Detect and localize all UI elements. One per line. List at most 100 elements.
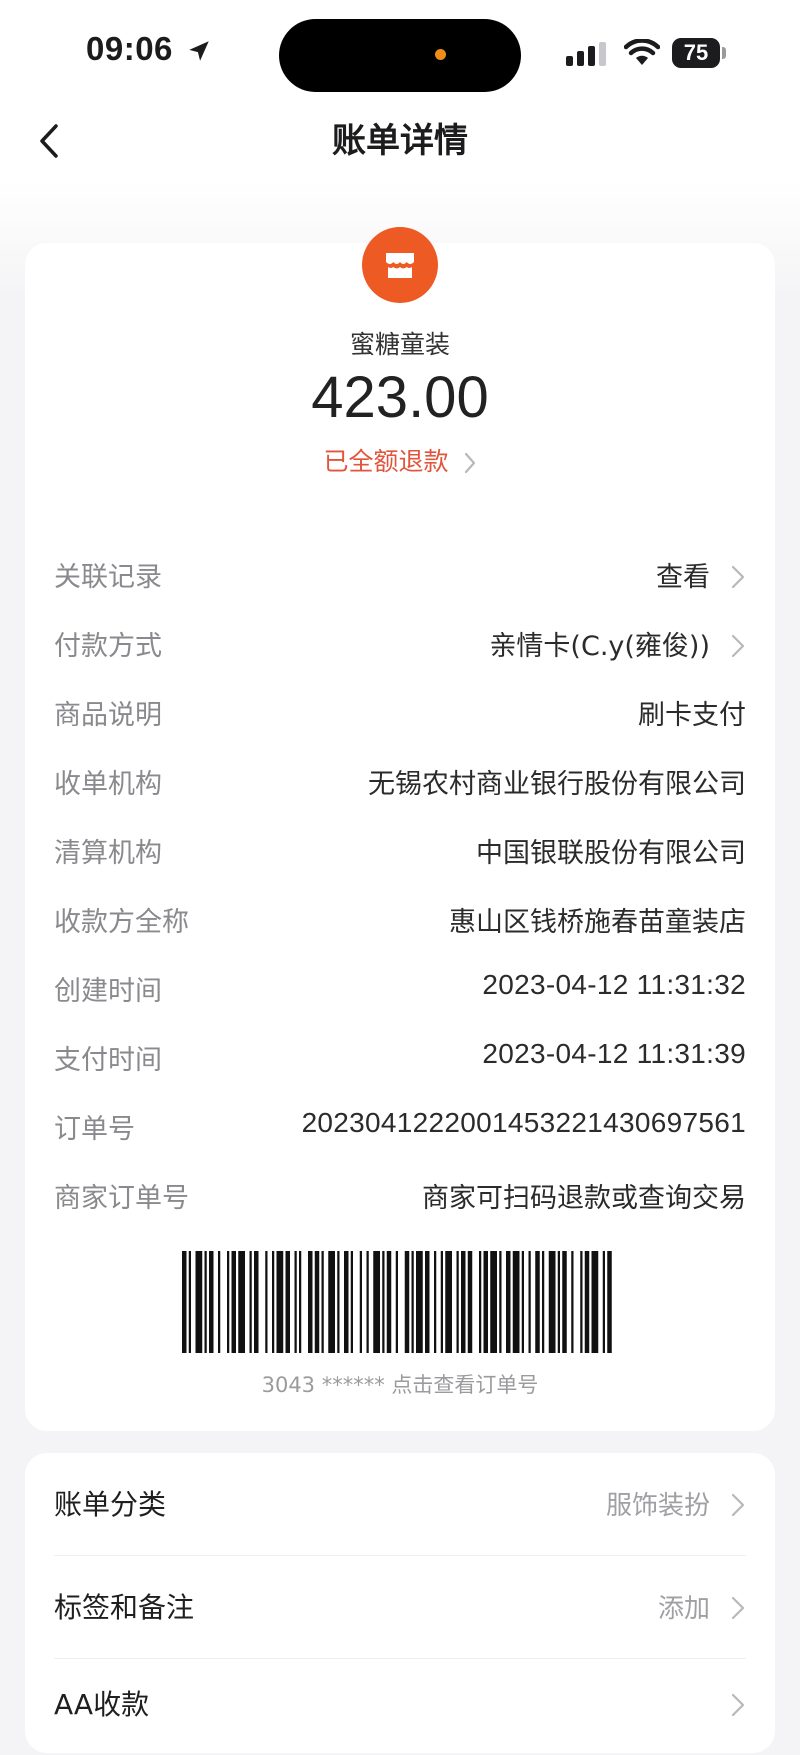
detail-row-payment-time: 支付时间 2023-04-12 11:31:39 — [54, 1026, 746, 1095]
detail-row-payment-method[interactable]: 付款方式 亲情卡(C.y(雍俊)) — [54, 612, 746, 681]
barcode-bar — [548, 1251, 556, 1353]
chevron-right-icon — [731, 1693, 745, 1717]
barcode-bar — [276, 1251, 284, 1353]
barcode-bar — [580, 1251, 583, 1353]
barcode-bar — [557, 1251, 560, 1353]
settings-value: 服饰装扮 — [605, 1491, 710, 1521]
detail-label: 收单机构 — [54, 769, 162, 800]
detail-label: 商家订单号 — [54, 1183, 189, 1214]
detail-row-created-time: 创建时间 2023-04-12 11:31:32 — [54, 957, 746, 1026]
barcode-bar — [373, 1251, 380, 1353]
barcode-bar — [521, 1251, 524, 1353]
detail-value: 亲情卡(C.y(雍俊)) — [489, 631, 710, 662]
barcode-bar — [321, 1251, 324, 1353]
detail-row-clearing-institution: 清算机构 中国银联股份有限公司 — [54, 819, 746, 888]
detail-row-related-records[interactable]: 关联记录 查看 — [54, 543, 746, 612]
detail-value: 惠山区钱桥施春苗童装店 — [449, 907, 746, 938]
barcode-bar — [344, 1251, 349, 1353]
detail-row-product-description: 商品说明 刷卡支付 — [54, 681, 746, 750]
barcode-bar — [607, 1251, 612, 1353]
dynamic-island — [279, 19, 521, 92]
status-time: 09:06 — [86, 30, 173, 67]
barcode-bar — [272, 1251, 275, 1353]
barcode-bar — [506, 1251, 511, 1353]
cellular-signal-icon — [566, 42, 606, 66]
barcode-bar — [584, 1251, 590, 1353]
detail-label: 创建时间 — [54, 976, 162, 1007]
refund-status-link[interactable]: 已全额退款 — [25, 443, 775, 481]
barcode-bar — [308, 1251, 313, 1353]
barcode-bar — [591, 1251, 599, 1353]
barcode-bar — [314, 1251, 320, 1353]
bill-detail-card: 蜜糖童装 423.00 已全额退款 关联记录 查看 付款方式 亲情卡(C.y(雍… — [25, 227, 775, 1431]
barcode-bar — [265, 1251, 268, 1353]
settings-label: 标签和备注 — [54, 1591, 195, 1624]
settings-row-tags-notes[interactable]: 标签和备注 添加 — [54, 1556, 746, 1658]
barcode-bar — [499, 1251, 502, 1353]
barcode-bar — [382, 1251, 385, 1353]
barcode-bar — [440, 1251, 443, 1353]
barcode-bar — [542, 1251, 545, 1353]
barcode-bar — [204, 1251, 207, 1353]
barcode-bar — [366, 1251, 369, 1353]
barcode-caption[interactable]: 3043 ****** 点击查看订单号 — [25, 1369, 775, 1399]
status-bar: 09:06 75 — [0, 0, 800, 100]
barcode-bar — [483, 1251, 488, 1353]
refund-status-label: 已全额退款 — [323, 447, 449, 476]
settings-label: 账单分类 — [54, 1488, 167, 1521]
detail-row-payee-full-name: 收款方全称 惠山区钱桥施春苗童装店 — [54, 888, 746, 957]
barcode-bar — [238, 1251, 245, 1353]
barcode-bar — [425, 1251, 430, 1353]
barcode-bar — [411, 1251, 414, 1353]
detail-value: 2023041222001453221430697561 — [301, 1107, 746, 1138]
barcode-bar — [512, 1251, 520, 1353]
barcode-bar — [294, 1251, 297, 1353]
barcode-bar — [285, 1251, 290, 1353]
barcode-bar — [467, 1251, 473, 1353]
barcode-bar — [562, 1251, 567, 1353]
barcode-bar — [490, 1251, 497, 1353]
detail-value: 2023-04-12 11:31:39 — [482, 1038, 746, 1069]
chevron-right-icon — [464, 452, 475, 474]
barcode-bar — [195, 1251, 203, 1353]
detail-label: 关联记录 — [54, 562, 162, 593]
settings-row-aa-collection[interactable]: AA收款 — [54, 1653, 746, 1755]
barcode-bar — [456, 1251, 459, 1353]
detail-label: 订单号 — [54, 1114, 135, 1145]
barcode-bar — [188, 1251, 191, 1353]
barcode-bar — [254, 1251, 259, 1353]
barcode-bar — [182, 1251, 187, 1353]
order-barcode[interactable] — [182, 1251, 616, 1353]
detail-label: 支付时间 — [54, 1045, 162, 1076]
barcode-bar — [249, 1251, 252, 1353]
chevron-right-icon — [731, 634, 745, 658]
battery-indicator: 75 — [672, 38, 720, 68]
chevron-right-icon — [731, 1596, 745, 1620]
detail-label: 清算机构 — [54, 838, 162, 869]
barcode-bar — [227, 1251, 230, 1353]
settings-row-bill-category[interactable]: 账单分类 服饰装扮 — [54, 1453, 746, 1555]
detail-value: 中国银联股份有限公司 — [476, 838, 746, 869]
barcode-bar — [535, 1251, 540, 1353]
detail-label: 商品说明 — [54, 700, 162, 731]
detail-list: 关联记录 查看 付款方式 亲情卡(C.y(雍俊)) 商品说明 刷卡支付 收单机构… — [54, 543, 746, 1233]
barcode-bar — [337, 1251, 340, 1353]
barcode-bar — [328, 1251, 335, 1353]
barcode-bar — [461, 1251, 466, 1353]
settings-label: AA收款 — [54, 1688, 150, 1721]
barcode-bar — [571, 1251, 574, 1353]
barcode-bar — [445, 1251, 452, 1353]
battery-cap — [722, 47, 726, 59]
merchant-name: 蜜糖童装 — [349, 330, 450, 359]
bill-settings-card: 账单分类 服饰装扮 标签和备注 添加 AA收款 — [25, 1453, 775, 1753]
storefront-icon — [386, 253, 414, 278]
chevron-right-icon — [731, 565, 745, 589]
detail-row-acquirer: 收单机构 无锡农村商业银行股份有限公司 — [54, 750, 746, 819]
detail-value: 刷卡支付 — [638, 700, 746, 731]
detail-value: 无锡农村商业银行股份有限公司 — [368, 769, 746, 800]
detail-value: 商家可扫码退款或查询交易 — [422, 1183, 746, 1214]
detail-row-order-number: 订单号 2023041222001453221430697561 — [54, 1095, 746, 1164]
barcode-bar — [404, 1251, 410, 1353]
settings-value: 添加 — [657, 1594, 710, 1624]
detail-row-merchant-order-number: 商家订单号 商家可扫码退款或查询交易 — [54, 1164, 746, 1233]
